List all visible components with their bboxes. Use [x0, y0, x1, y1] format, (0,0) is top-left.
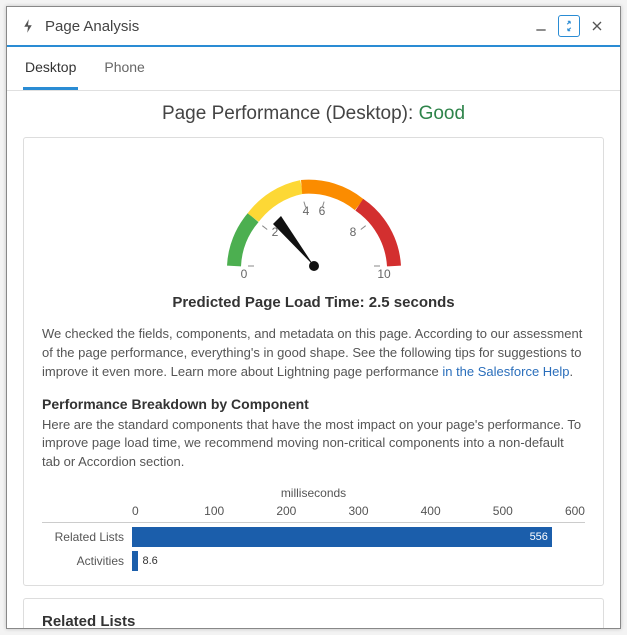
predicted-load-time: Predicted Page Load Time: 2.5 seconds [42, 294, 585, 311]
breakdown-subtitle: Performance Breakdown by Component [42, 396, 585, 412]
titlebar: Page Analysis [7, 7, 620, 47]
gauge-needle [273, 216, 314, 266]
lightning-icon [19, 17, 37, 35]
content-scroll[interactable]: Page Performance (Desktop): Good [7, 91, 620, 628]
performance-heading: Page Performance (Desktop): Good [23, 103, 604, 125]
bar-label-related-lists: Related Lists [42, 530, 132, 544]
performance-card: 0 2 4 6 8 10 Predicted Page Load Time: 2… [23, 137, 604, 586]
gauge-chart: 0 2 4 6 8 10 [199, 156, 429, 286]
tick-100: 100 [204, 504, 276, 518]
gauge-tick-6: 6 [318, 204, 325, 218]
window-controls [530, 15, 608, 37]
tick-200: 200 [276, 504, 348, 518]
device-tabs: Desktop Phone [7, 47, 620, 91]
bar-label-activities: Activities [42, 554, 132, 568]
gauge-container: 0 2 4 6 8 10 [42, 156, 585, 286]
chart-row-activities: Activities 8.6 [42, 551, 585, 571]
minimize-button[interactable] [530, 15, 552, 37]
page-analysis-panel: Page Analysis Desktop Phone Page Perform… [6, 6, 621, 629]
breakdown-intro: Here are the standard components that ha… [42, 416, 585, 473]
tick-400: 400 [421, 504, 493, 518]
chart-x-axis: 0 100 200 300 400 500 600 [42, 504, 585, 523]
gauge-tick-8: 8 [349, 225, 356, 239]
tick-500: 500 [493, 504, 565, 518]
gauge-tick-4: 4 [302, 204, 309, 218]
tick-0: 0 [132, 504, 204, 518]
performance-status: Good [419, 103, 465, 124]
gauge-pivot [309, 261, 319, 271]
tick-300: 300 [348, 504, 420, 518]
panel-title: Page Analysis [45, 18, 530, 35]
collapse-button[interactable] [558, 15, 580, 37]
close-button[interactable] [586, 15, 608, 37]
performance-chart: milliseconds 0 100 200 300 400 500 600 R… [42, 486, 585, 571]
tab-desktop[interactable]: Desktop [23, 47, 78, 90]
related-lists-title: Related Lists [42, 613, 585, 628]
chart-row-related-lists: Related Lists 556 [42, 527, 585, 547]
help-link[interactable]: in the Salesforce Help [442, 364, 569, 379]
performance-heading-prefix: Page Performance (Desktop): [162, 103, 419, 124]
tab-phone[interactable]: Phone [102, 47, 146, 90]
gauge-tick-10: 10 [377, 267, 391, 281]
related-lists-card: Related Lists Some related lists affect … [23, 598, 604, 628]
performance-description: We checked the fields, components, and m… [42, 325, 585, 382]
performance-desc-suffix: . [570, 364, 574, 379]
bar-value-related-lists: 556 [530, 531, 548, 543]
chart-axis-title: milliseconds [42, 486, 585, 500]
bar-value-activities: 8.6 [142, 555, 157, 567]
gauge-tick-0: 0 [240, 267, 247, 281]
tick-600: 600 [565, 504, 585, 518]
